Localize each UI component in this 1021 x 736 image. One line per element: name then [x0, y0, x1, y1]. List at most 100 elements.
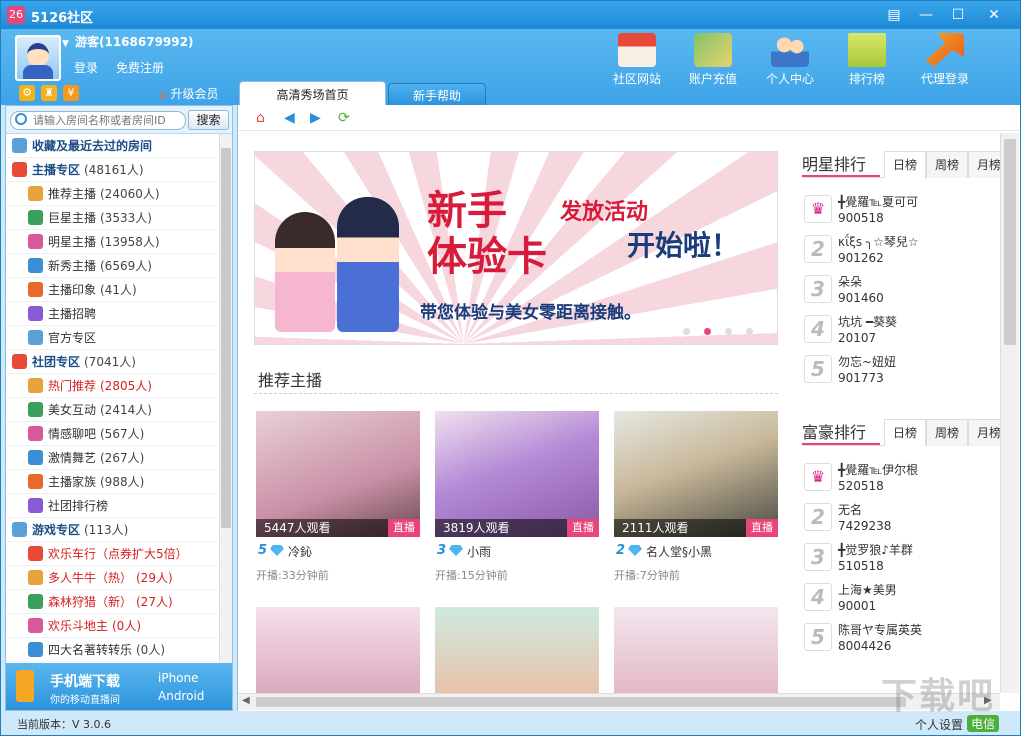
- sidebar-item[interactable]: 欢乐斗地主 (0人): [6, 614, 218, 638]
- ranking-item[interactable]: 4 坑坑 ━葵葵 20107: [802, 311, 1000, 351]
- category-icon: [28, 282, 43, 297]
- ranking-item[interactable]: 2 κΐξs ╮☆琴兒☆ 901262: [802, 231, 1000, 271]
- ranking-item[interactable]: 5 陈哥ヤ专属英英 8004426: [802, 619, 1000, 659]
- promo-banner[interactable]: 新手 体验卡 发放活动 开始啦！ 带您体验与美女零距离接触。: [254, 151, 778, 345]
- tab-home[interactable]: 高清秀场首页: [239, 81, 386, 107]
- tab-monthly[interactable]: 月榜: [968, 151, 1000, 178]
- skin-icon[interactable]: ▤: [881, 4, 907, 26]
- sidebar-item[interactable]: 主播招聘: [6, 302, 218, 326]
- ranking-item[interactable]: 3 ╋觉罗狼♪羊群 510518: [802, 539, 1000, 579]
- gear-icon[interactable]: ⚙: [19, 85, 35, 101]
- dot-active[interactable]: [704, 328, 711, 335]
- sidebar-item[interactable]: 主播家族 (988人): [6, 470, 218, 494]
- vertical-scrollbar[interactable]: [1000, 133, 1019, 693]
- version-text: 当前版本：V 3.0.6: [17, 718, 112, 731]
- stream-time: 开播:33分钟前: [256, 569, 329, 582]
- sidebar-item[interactable]: 欢乐车行（点券扩大5倍）: [6, 542, 218, 566]
- sidebar-item[interactable]: 官方专区: [6, 326, 218, 350]
- sidebar-item[interactable]: 巨星主播 (3533人): [6, 206, 218, 230]
- nav-community-site[interactable]: 社区网站: [605, 33, 669, 91]
- sidebar-item[interactable]: 明星主播 (13958人): [6, 230, 218, 254]
- search-button[interactable]: 搜索: [188, 110, 229, 130]
- category-icon: [28, 618, 43, 633]
- podium-icon: [848, 33, 886, 67]
- streamer-thumbnail[interactable]: [435, 607, 599, 693]
- sidebar-item[interactable]: 推荐主播 (24060人): [6, 182, 218, 206]
- tab-weekly[interactable]: 周榜: [926, 151, 968, 178]
- sidebar-item[interactable]: 四大名著转转乐 (0人): [6, 638, 218, 662]
- ranking-item[interactable]: ♛ ╋覺羅℡伊尔根 520518: [802, 459, 1000, 499]
- sidebar-scrollbar[interactable]: [219, 134, 232, 663]
- category-icon: [12, 522, 27, 537]
- streamer-thumbnail[interactable]: [256, 607, 420, 693]
- level-number: 2: [616, 543, 626, 558]
- nav-recharge[interactable]: 账户充值: [681, 33, 745, 91]
- tab-daily[interactable]: 日榜: [884, 151, 926, 178]
- register-link[interactable]: 免费注册: [116, 59, 164, 76]
- live-badge: 直播: [746, 519, 778, 537]
- sidebar-item-label: 游戏专区: [32, 523, 81, 537]
- nav-ranking[interactable]: 排行榜: [835, 33, 899, 91]
- bag-icon[interactable]: ¥: [63, 85, 79, 101]
- login-link[interactable]: 登录: [74, 59, 98, 76]
- forward-arrow-icon[interactable]: ▶: [310, 110, 321, 126]
- streamer-thumbnail[interactable]: [614, 607, 778, 693]
- rank-user-id: 901460: [838, 291, 884, 305]
- tab-help[interactable]: 新手帮助: [388, 83, 486, 107]
- sidebar-item[interactable]: 热门推荐 (2805人): [6, 374, 218, 398]
- ranking-item[interactable]: 3 朵朵 901460: [802, 271, 1000, 311]
- chevron-down-icon[interactable]: ▼: [62, 39, 69, 49]
- refresh-icon[interactable]: ⟳: [338, 110, 350, 126]
- ranking-item[interactable]: ♛ ╋覺羅℡夏可可 900518: [802, 191, 1000, 231]
- category-header[interactable]: 游戏专区 (113人): [6, 518, 218, 542]
- sidebar-item-label: 巨星主播: [48, 211, 97, 225]
- rank-user-id: 90001: [838, 599, 877, 613]
- minimize-button[interactable]: —: [913, 4, 939, 26]
- upgrade-link[interactable]: ⌂ 升级会员: [159, 85, 218, 102]
- category-icon: [28, 330, 43, 345]
- category-header[interactable]: 主播专区 (48161人): [6, 158, 218, 182]
- crown-icon: ♛: [804, 195, 832, 223]
- sidebar-item[interactable]: 美女互动 (2414人): [6, 398, 218, 422]
- key-icon[interactable]: ♜: [41, 85, 57, 101]
- level-number: 3: [437, 543, 447, 558]
- dot[interactable]: [683, 328, 690, 335]
- rank-user-name: ╋觉罗狼♪羊群: [838, 543, 913, 557]
- diamond-icon: [449, 545, 463, 556]
- users-icon: [771, 33, 809, 67]
- sidebar-item[interactable]: 主播印象 (41人): [6, 278, 218, 302]
- nav-agent-login[interactable]: 代理登录: [913, 33, 977, 91]
- tab-daily[interactable]: 日榜: [884, 419, 926, 446]
- ranking-item[interactable]: 2 无名 7429238: [802, 499, 1000, 539]
- mobile-download-banner[interactable]: 手机端下载 你的移动直播间 iPhone Android: [6, 663, 232, 710]
- search-input[interactable]: [33, 113, 183, 128]
- category-header[interactable]: 社团专区 (7041人): [6, 350, 218, 374]
- iphone-link[interactable]: iPhone: [158, 671, 199, 685]
- category-icon: [28, 450, 43, 465]
- rank-user-name: 坑坑 ━葵葵: [838, 315, 898, 329]
- sidebar-item[interactable]: 社团排行榜: [6, 494, 218, 518]
- sidebar-item[interactable]: 情感聊吧 (567人): [6, 422, 218, 446]
- sidebar-item[interactable]: 激情舞艺 (267人): [6, 446, 218, 470]
- nav-personal-center[interactable]: 个人中心: [758, 33, 822, 91]
- maximize-button[interactable]: ☐: [945, 4, 971, 26]
- dot[interactable]: [746, 328, 753, 335]
- ranking-item[interactable]: 4 上海★美男 90001: [802, 579, 1000, 619]
- tab-monthly[interactable]: 月榜: [968, 419, 1000, 446]
- category-header[interactable]: 收藏及最近去过的房间: [6, 134, 218, 158]
- search-icon: [15, 113, 27, 125]
- home-icon[interactable]: ⌂: [256, 110, 265, 126]
- category-icon: [28, 234, 43, 249]
- online-count: (24060人): [100, 187, 160, 201]
- back-arrow-icon[interactable]: ◀: [284, 110, 295, 126]
- sidebar-item[interactable]: 新秀主播 (6569人): [6, 254, 218, 278]
- sidebar-item[interactable]: 森林狩猎（新） (27人): [6, 590, 218, 614]
- sidebar-item[interactable]: 多人牛牛（热） (29人): [6, 566, 218, 590]
- tab-weekly[interactable]: 周榜: [926, 419, 968, 446]
- rank-number: 3: [804, 543, 832, 571]
- close-button[interactable]: ✕: [981, 4, 1007, 26]
- dot[interactable]: [725, 328, 732, 335]
- avatar[interactable]: [15, 35, 61, 81]
- android-link[interactable]: Android: [158, 689, 204, 703]
- ranking-item[interactable]: 5 勿忘~妞妞 901773: [802, 351, 1000, 391]
